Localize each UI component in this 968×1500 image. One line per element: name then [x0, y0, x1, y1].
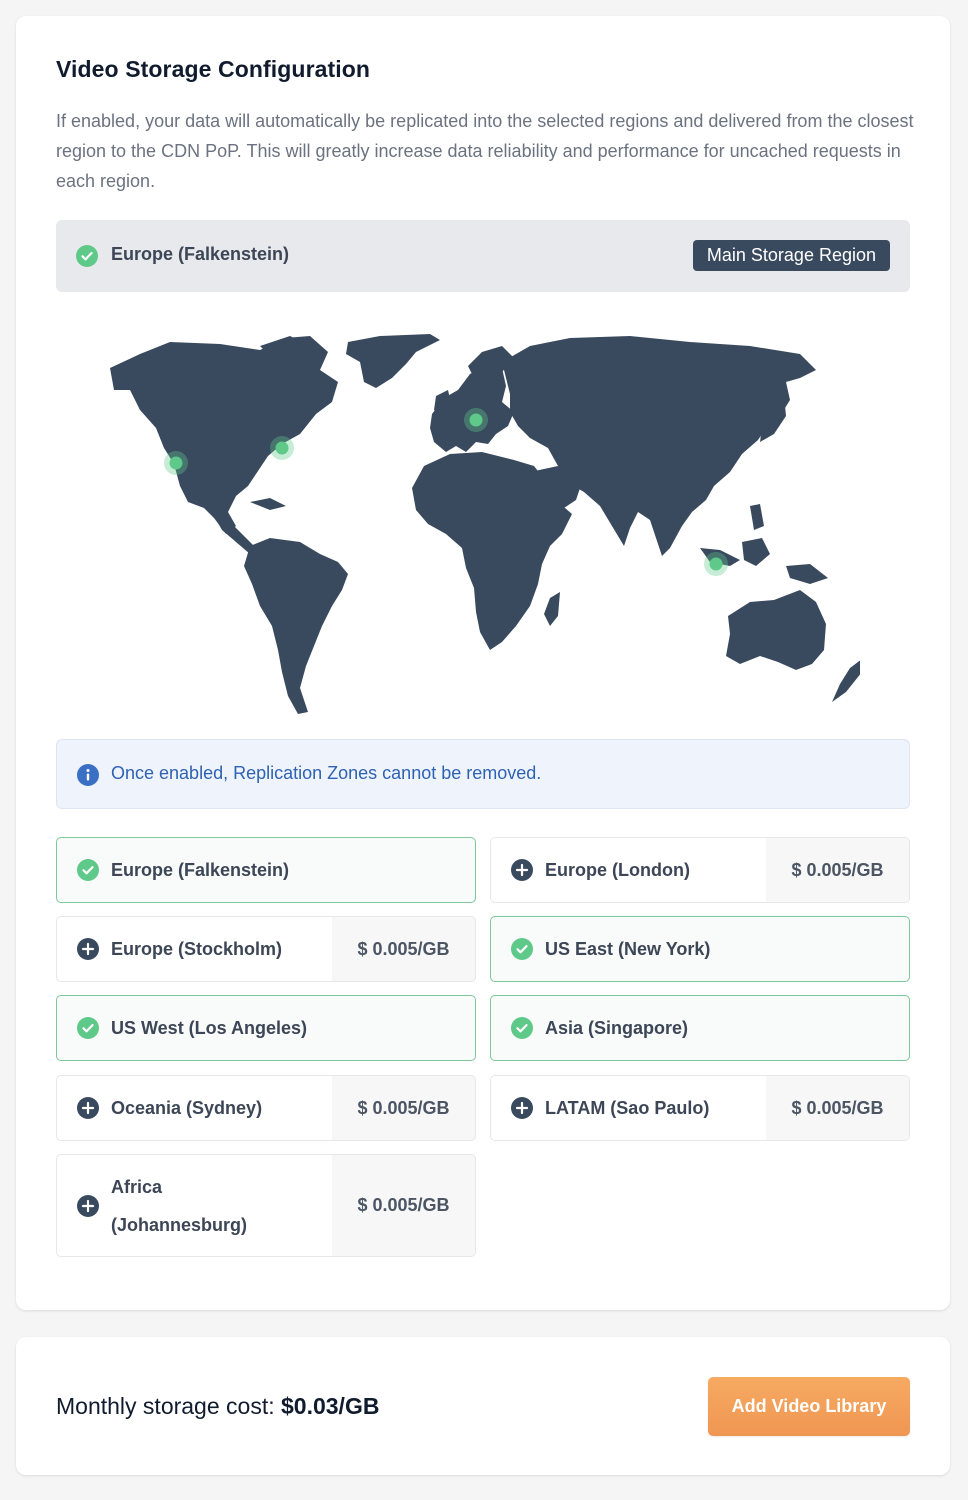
map-new-guinea	[786, 564, 828, 584]
region-us-west-los-angeles[interactable]: US West (Los Angeles)	[56, 995, 476, 1061]
region-grid: Europe (Falkenstein) Europe (London) $ 0…	[56, 837, 910, 1257]
main-storage-region-badge: Main Storage Region	[692, 240, 890, 271]
region-africa-johannesburg[interactable]: Africa (Johannesburg) $ 0.005/GB	[56, 1154, 476, 1257]
region-price: $ 0.005/GB	[766, 838, 909, 902]
region-price: $ 0.005/GB	[332, 1155, 475, 1256]
check-circle-icon	[511, 1017, 533, 1044]
page-title: Video Storage Configuration	[56, 56, 371, 82]
cost-value: $0.03/GB	[281, 1393, 380, 1419]
plus-circle-icon	[77, 938, 99, 965]
region-label: Europe (Falkenstein)	[111, 860, 290, 880]
map-new-zealand	[832, 660, 860, 702]
marker-asia-singapore	[704, 552, 728, 576]
region-europe-falkenstein[interactable]: Europe (Falkenstein)	[56, 837, 476, 903]
region-price: $ 0.005/GB	[332, 917, 475, 981]
region-label: Africa	[111, 1177, 163, 1197]
region-europe-london[interactable]: Europe (London) $ 0.005/GB	[490, 837, 910, 903]
region-price: $ 0.005/GB	[766, 1076, 909, 1140]
description-text: If enabled, your data will automatically…	[56, 111, 914, 191]
region-latam-sao-paulo[interactable]: LATAM (Sao Paulo) $ 0.005/GB	[490, 1075, 910, 1141]
check-circle-icon	[77, 859, 99, 886]
replication-notice-text: Once enabled, Replication Zones cannot b…	[111, 763, 542, 783]
marker-europe-falkenstein	[464, 408, 488, 432]
region-label: US West (Los Angeles)	[111, 1018, 308, 1038]
region-label: US East (New York)	[545, 939, 711, 959]
check-circle-icon	[76, 245, 98, 272]
region-price: $ 0.005/GB	[332, 1076, 475, 1140]
replication-notice: Once enabled, Replication Zones cannot b…	[56, 739, 910, 809]
region-label: Oceania (Sydney)	[111, 1098, 263, 1118]
world-map-land	[110, 334, 860, 714]
region-label: Asia (Singapore)	[545, 1018, 689, 1038]
map-philippines	[750, 504, 764, 530]
monthly-storage-cost: Monthly storage cost: $0.03/GB	[56, 1393, 379, 1420]
check-circle-icon	[77, 1017, 99, 1044]
map-north-america	[110, 336, 338, 534]
plus-circle-icon	[77, 1195, 99, 1222]
region-label: Europe (London)	[545, 860, 690, 880]
map-caribbean	[250, 498, 286, 510]
region-label: Europe (Stockholm)	[111, 939, 283, 959]
storage-configuration-card: Video Storage Configuration If enabled, …	[16, 16, 950, 1310]
map-borneo	[742, 538, 770, 566]
cost-label: Monthly storage cost:	[56, 1393, 275, 1419]
region-label: LATAM (Sao Paulo)	[545, 1098, 710, 1118]
region-label-line2: (Johannesburg)	[111, 1215, 248, 1235]
region-oceania-sydney[interactable]: Oceania (Sydney) $ 0.005/GB	[56, 1075, 476, 1141]
plus-circle-icon	[511, 859, 533, 886]
add-video-library-button[interactable]: Add Video Library	[708, 1377, 910, 1436]
map-south-america	[244, 538, 348, 714]
world-map	[110, 334, 860, 714]
region-us-east-new-york[interactable]: US East (New York)	[490, 916, 910, 982]
map-greenland	[346, 334, 440, 388]
region-europe-stockholm[interactable]: Europe (Stockholm) $ 0.005/GB	[56, 916, 476, 982]
region-asia-singapore[interactable]: Asia (Singapore)	[490, 995, 910, 1061]
main-region-name: Europe (Falkenstein)	[111, 244, 290, 264]
plus-circle-icon	[511, 1097, 533, 1124]
map-madagascar	[544, 592, 560, 626]
marker-us-west-los-angeles	[164, 451, 188, 475]
plus-circle-icon	[77, 1097, 99, 1124]
info-circle-icon	[77, 764, 99, 791]
map-australia	[726, 590, 826, 670]
footer-card: Monthly storage cost: $0.03/GB Add Video…	[16, 1337, 950, 1475]
main-storage-region: Europe (Falkenstein) Main Storage Region	[56, 220, 910, 292]
marker-us-east-new-york	[270, 436, 294, 460]
check-circle-icon	[511, 938, 533, 965]
